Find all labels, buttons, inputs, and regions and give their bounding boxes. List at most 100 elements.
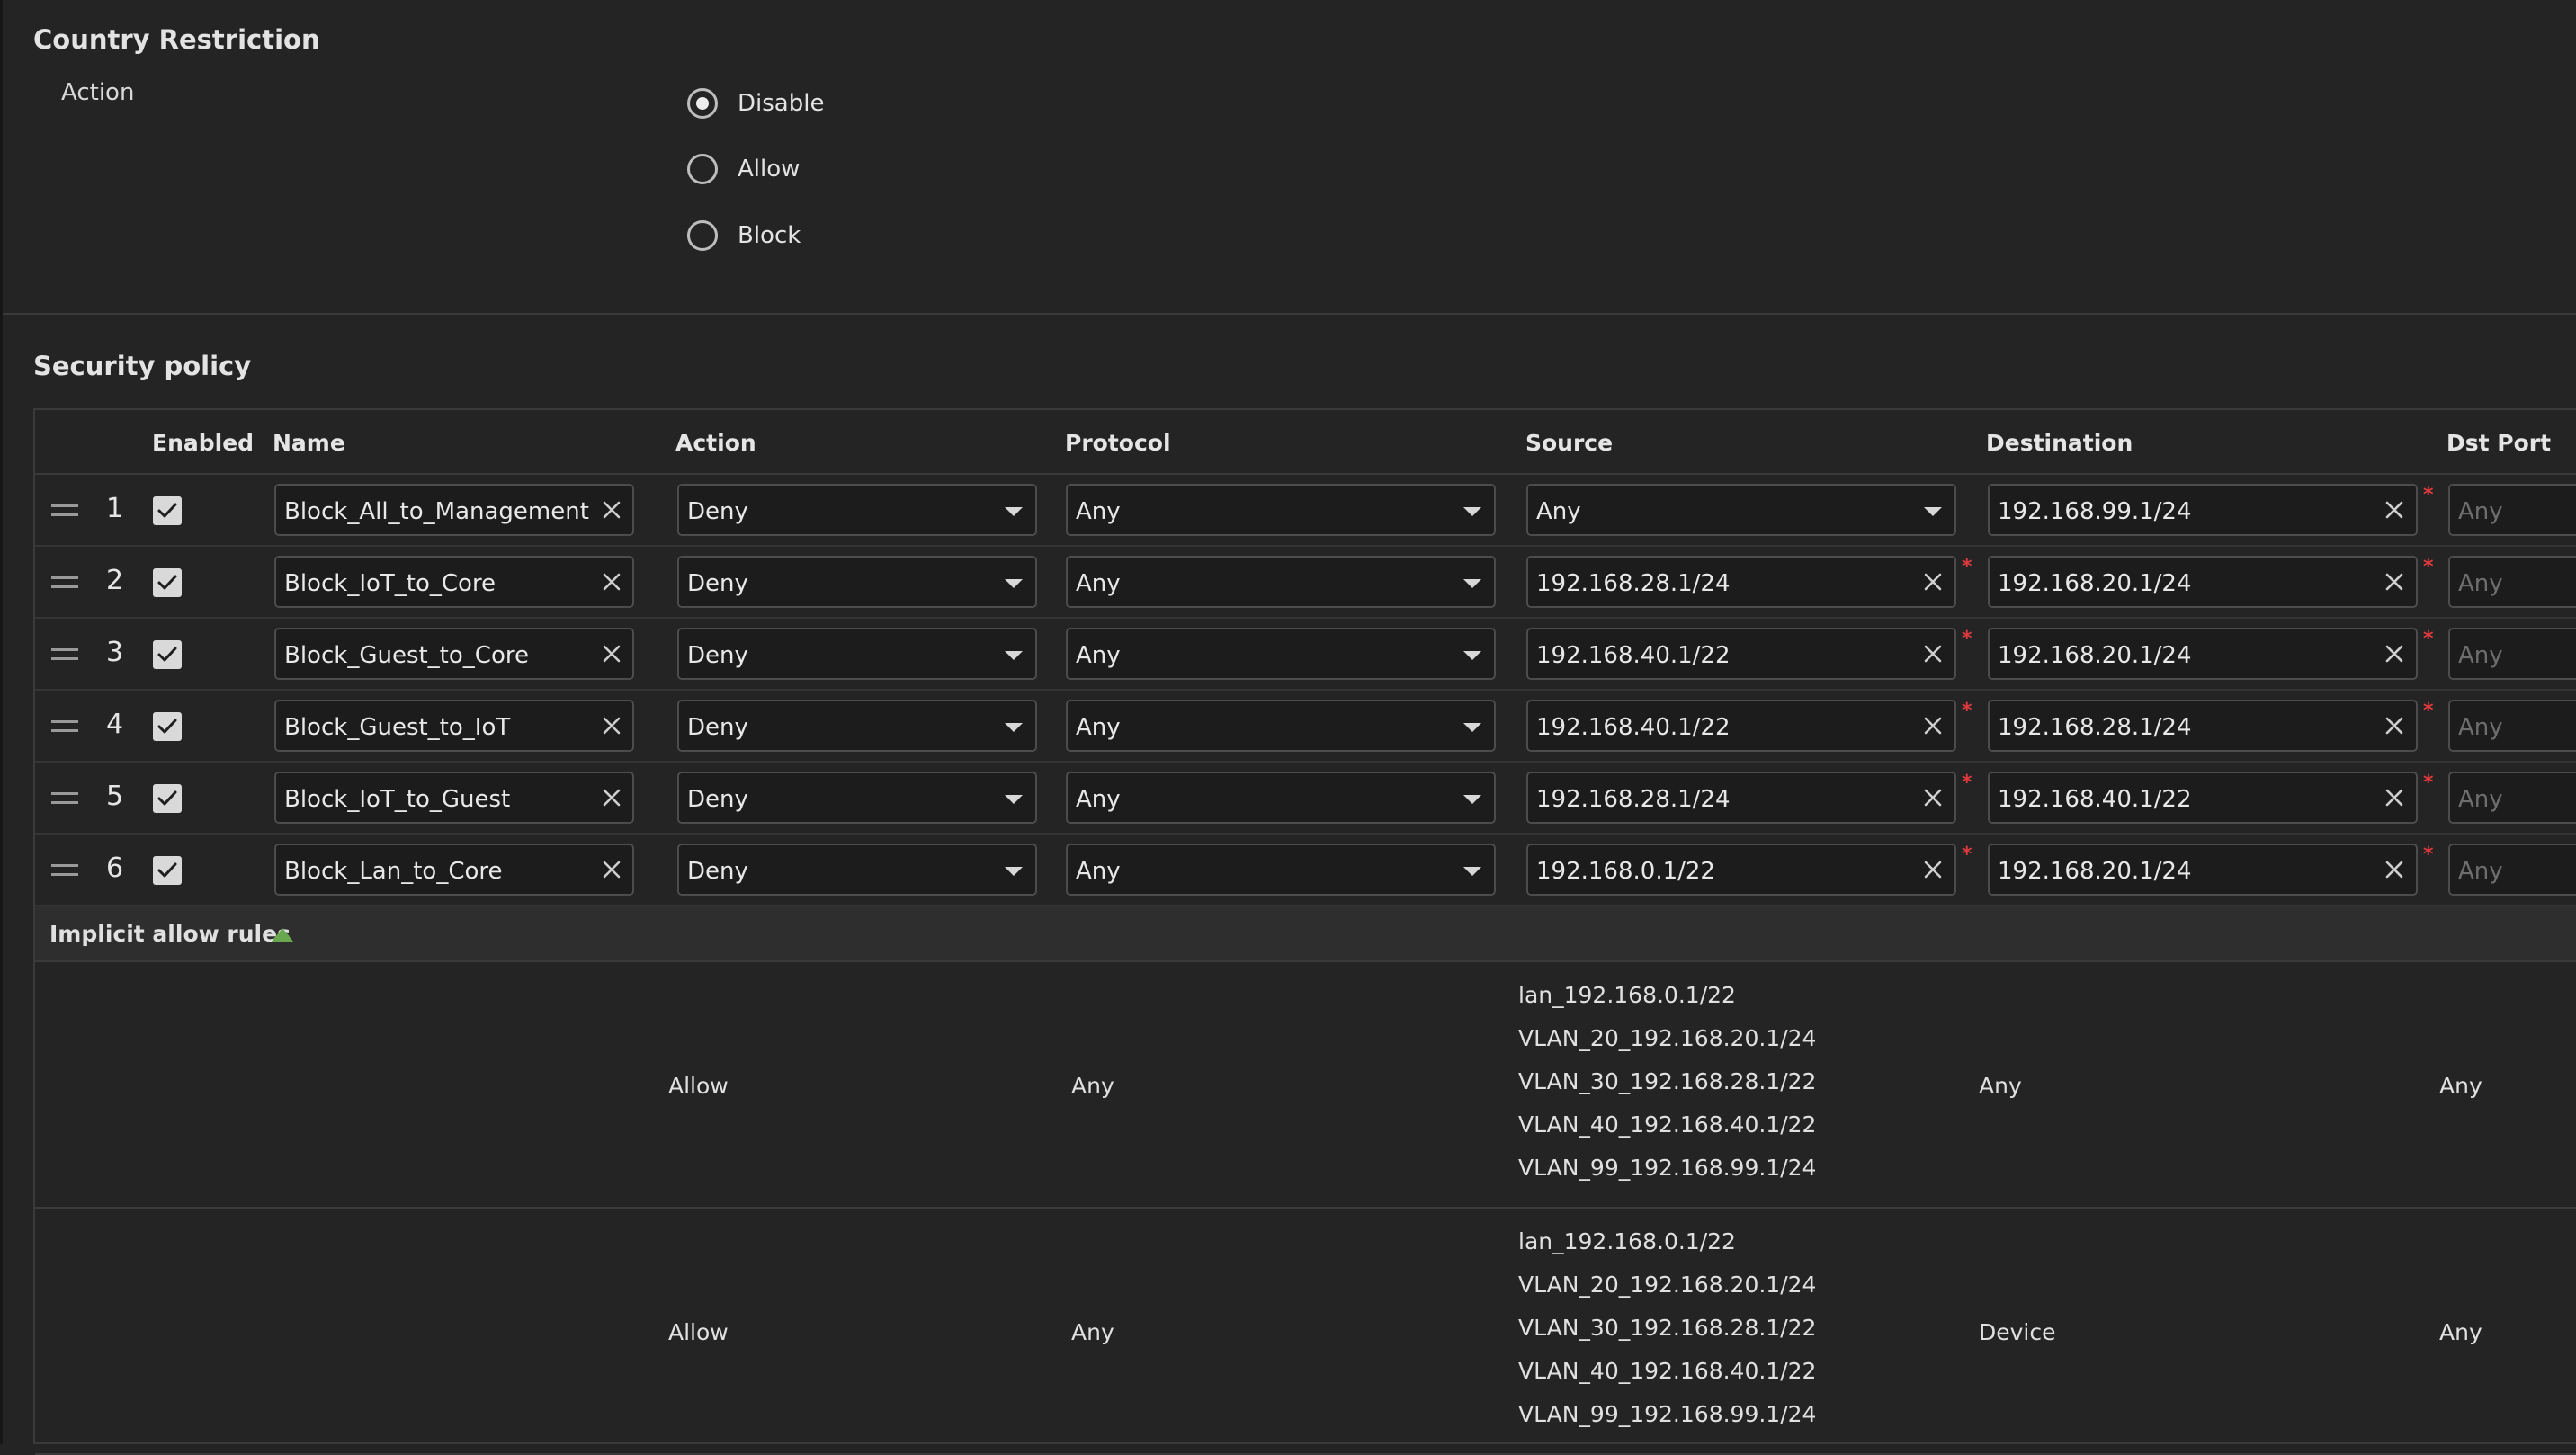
source-value: 192.168.0.1/22	[1536, 858, 1715, 885]
enabled-checkbox[interactable]	[153, 568, 182, 597]
radio-option-block[interactable]: Block	[687, 218, 801, 254]
source-input[interactable]: 192.168.40.1/22	[1526, 700, 1956, 752]
collapse-arrow-icon[interactable]	[271, 928, 294, 942]
radio-option-allow[interactable]: Allow	[687, 151, 800, 187]
destination-input[interactable]: 192.168.99.1/24	[1988, 484, 2418, 536]
name-input[interactable]: Block_Guest_to_Core	[274, 628, 634, 680]
destination-value: 192.168.20.1/24	[1998, 570, 2192, 597]
name-input[interactable]: Block_Lan_to_Core	[274, 844, 634, 896]
enabled-checkbox[interactable]	[153, 496, 182, 525]
enabled-checkbox[interactable]	[153, 784, 182, 813]
protocol-select[interactable]: Any	[1066, 772, 1496, 824]
clear-icon[interactable]	[602, 572, 622, 592]
destination-input[interactable]: 192.168.28.1/24	[1988, 700, 2418, 752]
dst-port-input[interactable]: Any	[2448, 772, 2576, 824]
drag-handle-icon[interactable]	[51, 720, 78, 732]
clear-icon[interactable]	[1923, 788, 1943, 808]
drag-handle-icon[interactable]	[51, 648, 78, 660]
action-select[interactable]: Deny	[677, 556, 1037, 608]
clear-icon[interactable]	[2384, 860, 2404, 879]
required-marker: *	[1962, 844, 1972, 866]
implicit-action: Allow	[668, 1073, 729, 1099]
dst-port-input[interactable]: Any	[2448, 628, 2576, 680]
dst-port-input[interactable]: Any	[2448, 700, 2576, 752]
action-select[interactable]: Deny	[677, 628, 1037, 680]
drag-handle-icon[interactable]	[51, 504, 78, 516]
chevron-down-icon	[1005, 723, 1023, 732]
clear-icon[interactable]	[1923, 860, 1943, 879]
source-select[interactable]: Any	[1526, 484, 1956, 536]
drag-handle-icon[interactable]	[51, 792, 78, 804]
drag-handle-icon[interactable]	[51, 864, 78, 876]
clear-icon[interactable]	[1923, 644, 1943, 664]
implicit-source-item: VLAN_20_192.168.20.1/24	[1518, 1272, 1817, 1298]
rule-index: 1	[106, 493, 124, 524]
implicit-source-item: VLAN_20_192.168.20.1/24	[1518, 1025, 1817, 1051]
required-marker: *	[1962, 772, 1972, 794]
clear-icon[interactable]	[2384, 644, 2404, 664]
country-action-label: Action	[61, 79, 135, 106]
section-divider	[3, 313, 2576, 315]
name-input[interactable]: Block_All_to_Management	[274, 484, 634, 536]
clear-icon[interactable]	[1923, 572, 1943, 592]
clear-icon[interactable]	[602, 860, 622, 879]
protocol-select[interactable]: Any	[1066, 628, 1496, 680]
implicit-action: Allow	[668, 1319, 729, 1345]
protocol-select[interactable]: Any	[1066, 844, 1496, 896]
name-input[interactable]: Block_IoT_to_Guest	[274, 772, 634, 824]
implicit-source-item: VLAN_99_192.168.99.1/24	[1518, 1401, 1817, 1427]
chevron-down-icon	[1005, 795, 1023, 804]
action-value: Deny	[687, 498, 748, 525]
radio-button[interactable]	[687, 220, 718, 251]
chevron-down-icon	[1005, 651, 1023, 660]
dst-port-input[interactable]: Any	[2448, 844, 2576, 896]
implicit-rule-row: Allow Any lan_192.168.0.1/22 VLAN_20_192.…	[35, 1209, 2576, 1455]
enabled-checkbox[interactable]	[153, 856, 182, 885]
source-input[interactable]: 192.168.40.1/22	[1526, 628, 1956, 680]
enabled-checkbox[interactable]	[153, 640, 182, 669]
source-input[interactable]: 192.168.28.1/24	[1526, 556, 1956, 608]
clear-icon[interactable]	[1923, 716, 1943, 736]
name-input[interactable]: Block_Guest_to_IoT	[274, 700, 634, 752]
required-marker: *	[2423, 772, 2434, 794]
protocol-select[interactable]: Any	[1066, 700, 1496, 752]
implicit-rule-row: Allow Any lan_192.168.0.1/22 VLAN_20_192.…	[35, 962, 2576, 1209]
protocol-value: Any	[1076, 786, 1121, 813]
action-select[interactable]: Deny	[677, 844, 1037, 896]
clear-icon[interactable]	[2384, 788, 2404, 808]
clear-icon[interactable]	[602, 716, 622, 736]
clear-icon[interactable]	[2384, 572, 2404, 592]
source-input[interactable]: 192.168.28.1/24	[1526, 772, 1956, 824]
protocol-select[interactable]: Any	[1066, 484, 1496, 536]
clear-icon[interactable]	[2384, 500, 2404, 520]
source-input[interactable]: 192.168.0.1/22	[1526, 844, 1956, 896]
header-name: Name	[273, 430, 345, 456]
implicit-dst-port: Any	[2439, 1319, 2482, 1345]
radio-option-disable[interactable]: Disable	[687, 85, 824, 121]
clear-icon[interactable]	[2384, 716, 2404, 736]
drag-handle-icon[interactable]	[51, 576, 78, 588]
dst-port-input[interactable]: Any	[2448, 484, 2576, 536]
dst-port-input[interactable]: Any	[2448, 556, 2576, 608]
action-select[interactable]: Deny	[677, 484, 1037, 536]
clear-icon[interactable]	[602, 644, 622, 664]
implicit-dst-port: Any	[2439, 1073, 2482, 1099]
implicit-allow-rules-toggle[interactable]: Implicit allow rules	[35, 906, 2576, 962]
required-marker: *	[2423, 844, 2434, 866]
action-select[interactable]: Deny	[677, 700, 1037, 752]
destination-input[interactable]: 192.168.20.1/24	[1988, 628, 2418, 680]
header-dst-port: Dst Port	[2446, 430, 2552, 456]
radio-label-block: Block	[738, 222, 801, 249]
clear-icon[interactable]	[602, 788, 622, 808]
radio-button[interactable]	[687, 154, 718, 184]
name-input[interactable]: Block_IoT_to_Core	[274, 556, 634, 608]
clear-icon[interactable]	[602, 500, 622, 520]
destination-input[interactable]: 192.168.40.1/22	[1988, 772, 2418, 824]
destination-input[interactable]: 192.168.20.1/24	[1988, 556, 2418, 608]
chevron-down-icon	[1463, 651, 1481, 660]
destination-input[interactable]: 192.168.20.1/24	[1988, 844, 2418, 896]
protocol-select[interactable]: Any	[1066, 556, 1496, 608]
radio-button-checked[interactable]	[687, 88, 718, 119]
action-select[interactable]: Deny	[677, 772, 1037, 824]
enabled-checkbox[interactable]	[153, 712, 182, 741]
